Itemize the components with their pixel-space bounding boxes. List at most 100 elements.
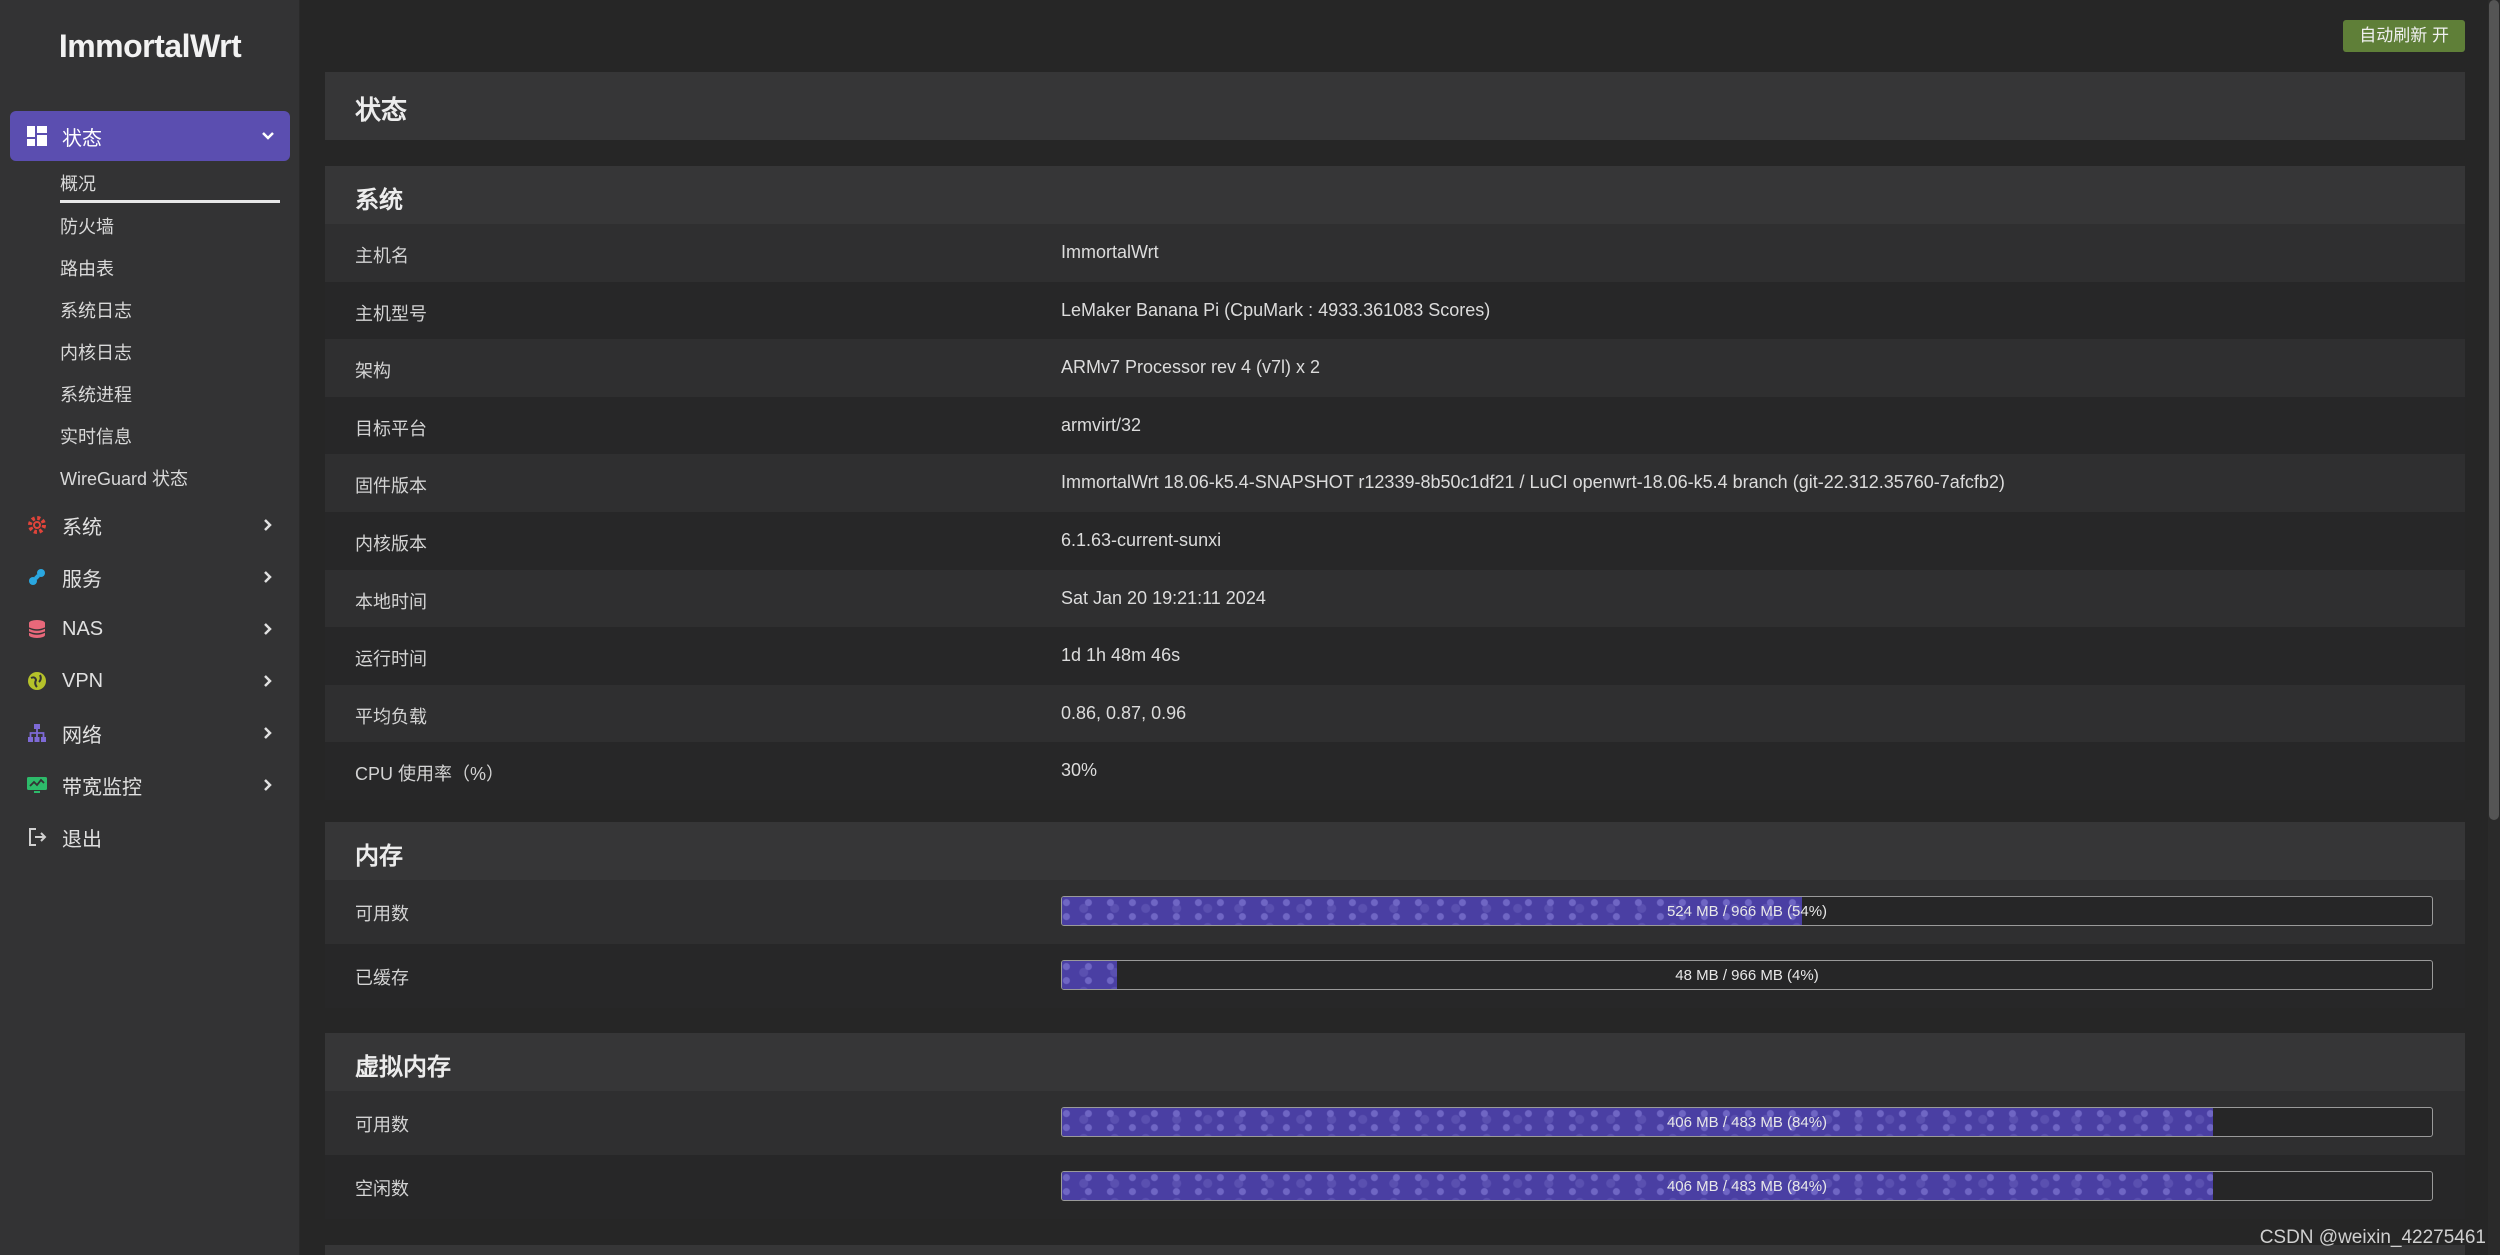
row-value: ImmortalWrt <box>1061 242 1159 262</box>
row-value: 6.1.63-current-sunxi <box>1061 529 1222 550</box>
scrollbar[interactable] <box>2488 0 2500 1255</box>
table-row: 已缓存 48 MB / 966 MB (4%) <box>325 944 2465 1008</box>
table-row: 内核版本 6.1.63-current-sunxi <box>325 511 2465 570</box>
next-section-edge <box>325 1245 2465 1255</box>
row-key: 平均负载 <box>355 706 427 727</box>
menu-bandwidth[interactable]: 带宽监控 <box>10 760 290 810</box>
sidebar: ImmortalWrt 状态 概况 防火墙 路由表 系统日志 内核日志 系统进程… <box>0 0 300 1255</box>
row-key: 主机名 <box>355 246 409 266</box>
table-row: 目标平台 armvirt/32 <box>325 396 2465 455</box>
database-icon <box>26 618 48 640</box>
table-row: 架构 ARMv7 Processor rev 4 (v7l) x 2 <box>325 339 2465 397</box>
row-key: 本地时间 <box>355 591 427 612</box>
logout-icon <box>26 826 48 848</box>
scrollbar-thumb[interactable] <box>2489 0 2499 820</box>
table-row: 主机型号 LeMaker Banana Pi (CpuMark : 4933.36… <box>325 281 2465 340</box>
sub-item-kernel-log[interactable]: 内核日志 <box>60 339 132 365</box>
chevron-right-icon <box>256 669 280 693</box>
menu-vpn[interactable]: VPN <box>10 656 290 706</box>
row-key: 可用数 <box>355 904 409 924</box>
row-value: LeMaker Banana Pi (CpuMark : 4933.361083… <box>1061 299 1491 320</box>
row-value: 1d 1h 48m 46s <box>1061 645 1181 666</box>
progress-bar: 406 MB / 483 MB (84%) <box>1061 1171 2433 1201</box>
swap-title: 虚拟内存 <box>355 1054 451 1081</box>
progress-text: 48 MB / 966 MB (4%) <box>1675 967 1819 984</box>
active-indicator <box>60 200 280 203</box>
swap-header: 虚拟内存 <box>325 1033 2465 1091</box>
table-row: 本地时间 Sat Jan 20 19:21:11 2024 <box>325 569 2465 628</box>
menu-status-label: 状态 <box>62 127 102 150</box>
system-header: 系统 <box>325 166 2465 224</box>
page-header: 状态 <box>325 72 2465 140</box>
sub-item-realtime[interactable]: 实时信息 <box>60 423 132 449</box>
sub-item-wireguard[interactable]: WireGuard 状态 <box>60 465 188 491</box>
auto-refresh-button[interactable]: 自动刷新 开 <box>2343 20 2465 52</box>
row-value: ARMv7 Processor rev 4 (v7l) x 2 <box>1061 357 1321 378</box>
table-row: CPU 使用率（%） 30% <box>325 742 2465 800</box>
table-row: 空闲数 406 MB / 483 MB (84%) <box>325 1155 2465 1219</box>
memory-title: 内存 <box>355 843 403 870</box>
main-content: 自动刷新 开 状态 系统 主机名 ImmortalWrt 主机型号 LeMaker … <box>325 0 2465 1255</box>
memory-section: 内存 可用数 524 MB / 966 MB (54%) 已缓存 48 MB /… <box>325 822 2465 1008</box>
chevron-right-icon <box>256 565 280 589</box>
system-section: 系统 主机名 ImmortalWrt 主机型号 LeMaker Banana Pi … <box>325 166 2465 800</box>
table-row: 主机名 ImmortalWrt <box>325 224 2465 282</box>
system-title: 系统 <box>355 187 403 214</box>
table-row: 运行时间 1d 1h 48m 46s <box>325 627 2465 685</box>
progress-text: 406 MB / 483 MB (84%) <box>1666 1178 1828 1195</box>
progress-text: 524 MB / 966 MB (54%) <box>1666 903 1828 920</box>
row-key: 可用数 <box>355 1115 409 1135</box>
progress-bar: 48 MB / 966 MB (4%) <box>1061 960 2433 990</box>
logo[interactable]: ImmortalWrt <box>0 28 300 65</box>
menu-services[interactable]: 服务 <box>10 552 290 602</box>
table-row: 可用数 406 MB / 483 MB (84%) <box>325 1091 2465 1155</box>
menu-nas[interactable]: NAS <box>10 604 290 654</box>
menu-bandwidth-label: 带宽监控 <box>62 776 142 799</box>
menu-vpn-label: VPN <box>62 669 104 692</box>
menu-network[interactable]: 网络 <box>10 708 290 758</box>
chevron-right-icon <box>256 617 280 641</box>
row-key: 目标平台 <box>355 418 427 439</box>
row-key: 内核版本 <box>355 533 427 554</box>
swap-section: 虚拟内存 可用数 406 MB / 483 MB (84%) 空闲数 406 M… <box>325 1033 2465 1219</box>
gear-icon <box>26 514 48 536</box>
menu-system-label: 系统 <box>62 516 102 539</box>
table-row: 固件版本 ImmortalWrt 18.06-k5.4-SNAPSHOT r123… <box>325 454 2465 512</box>
sub-item-syslog[interactable]: 系统日志 <box>60 297 132 323</box>
row-value: 30% <box>1061 760 1098 781</box>
watermark: CSDN @weixin_42275461 <box>2259 1227 2486 1248</box>
row-value: Sat Jan 20 19:21:11 2024 <box>1061 587 1266 608</box>
menu-status[interactable]: 状态 <box>10 111 290 161</box>
chevron-right-icon <box>256 721 280 745</box>
sub-item-routes[interactable]: 路由表 <box>60 255 114 281</box>
table-row: 可用数 524 MB / 966 MB (54%) <box>325 880 2465 944</box>
row-key: CPU 使用率（%） <box>355 764 505 785</box>
menu-network-label: 网络 <box>62 724 102 747</box>
chevron-right-icon <box>256 513 280 537</box>
page-title: 状态 <box>355 95 408 125</box>
sub-item-overview[interactable]: 概况 <box>60 170 96 196</box>
monitor-icon <box>26 774 48 796</box>
menu-logout-label: 退出 <box>62 828 102 851</box>
dashboard-icon <box>26 125 48 147</box>
row-value: ImmortalWrt 18.06-k5.4-SNAPSHOT r12339-8… <box>1061 472 2005 493</box>
row-value: armvirt/32 <box>1061 414 1142 435</box>
progress-bar: 406 MB / 483 MB (84%) <box>1061 1107 2433 1137</box>
puzzle-icon <box>26 566 48 588</box>
sub-item-processes[interactable]: 系统进程 <box>60 381 132 407</box>
row-key: 架构 <box>355 361 391 382</box>
menu-nas-label: NAS <box>62 617 104 640</box>
row-key: 空闲数 <box>355 1179 409 1199</box>
progress-text: 406 MB / 483 MB (84%) <box>1666 1114 1828 1131</box>
chevron-right-icon <box>256 773 280 797</box>
row-key: 已缓存 <box>355 968 409 988</box>
chevron-down-icon <box>256 124 280 148</box>
menu-logout[interactable]: 退出 <box>10 812 290 862</box>
memory-header: 内存 <box>325 822 2465 880</box>
globe-icon <box>26 670 48 692</box>
system-table: 主机名 ImmortalWrt 主机型号 LeMaker Banana Pi (Cp… <box>325 224 2465 800</box>
network-icon <box>26 722 48 744</box>
menu-system[interactable]: 系统 <box>10 500 290 550</box>
sub-item-firewall[interactable]: 防火墙 <box>60 213 114 239</box>
row-key: 主机型号 <box>355 303 427 324</box>
